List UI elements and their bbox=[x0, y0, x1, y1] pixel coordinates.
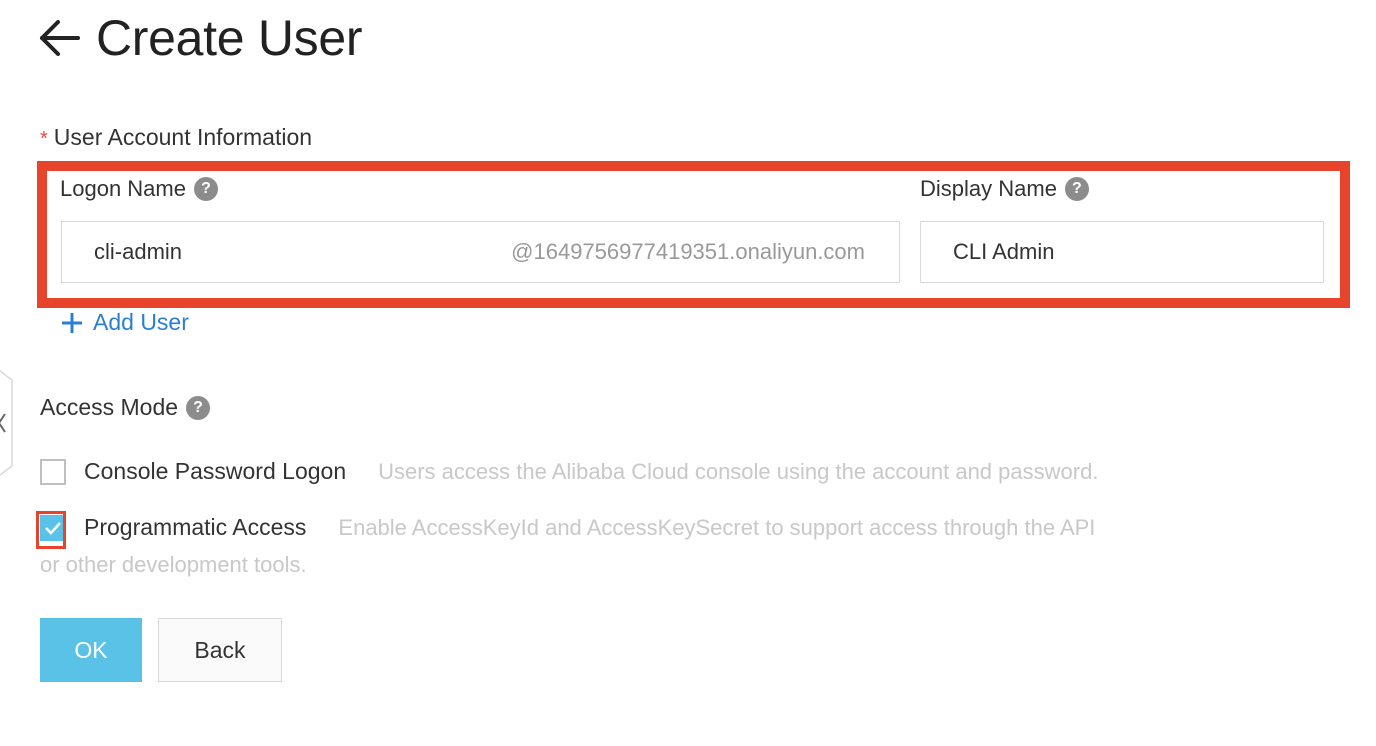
section-label-text: User Account Information bbox=[53, 124, 313, 150]
add-user-label[interactable]: Add User bbox=[93, 309, 189, 336]
logon-name-label-text: Logon Name bbox=[60, 176, 186, 201]
help-icon[interactable]: ? bbox=[193, 177, 218, 201]
check-icon bbox=[45, 521, 61, 535]
console-password-logon-option: Console Password Logon Users access the … bbox=[40, 458, 1098, 485]
add-user-link[interactable]: Add User bbox=[61, 309, 189, 336]
help-icon[interactable]: ? bbox=[1064, 177, 1089, 201]
plus-icon bbox=[62, 312, 82, 333]
programmatic-access-checkbox-wrap bbox=[36, 510, 66, 549]
display-name-label-text: Display Name bbox=[920, 176, 1057, 201]
display-name-label: Display Name ? bbox=[920, 176, 1089, 202]
back-arrow-icon[interactable] bbox=[38, 18, 82, 58]
access-mode-label: Access Mode ? bbox=[40, 394, 211, 421]
back-button[interactable]: Back bbox=[158, 618, 282, 682]
page-title: Create User bbox=[96, 10, 363, 66]
ok-button[interactable]: OK bbox=[40, 618, 142, 682]
help-icon[interactable]: ? bbox=[186, 395, 211, 420]
logon-name-input[interactable]: cli-admin @1649756977419351.onaliyun.com bbox=[61, 221, 900, 283]
logon-name-value[interactable]: cli-admin bbox=[62, 239, 511, 265]
sidebar-collapse-tab[interactable] bbox=[0, 368, 16, 478]
console-password-logon-label[interactable]: Console Password Logon bbox=[84, 458, 346, 485]
programmatic-access-checkbox[interactable] bbox=[40, 514, 66, 541]
programmatic-access-option: Programmatic Access Enable AccessKeyId a… bbox=[36, 510, 1096, 549]
create-user-page: Create User * User Account Information Lo… bbox=[0, 0, 1376, 746]
logon-name-label: Logon Name ? bbox=[60, 176, 218, 202]
user-account-section-label: * User Account Information bbox=[40, 124, 312, 151]
console-password-logon-checkbox[interactable] bbox=[40, 458, 66, 485]
display-name-value[interactable]: CLI Admin bbox=[921, 239, 1323, 265]
programmatic-access-label[interactable]: Programmatic Access bbox=[84, 514, 306, 541]
required-marker: * bbox=[40, 128, 48, 150]
programmatic-access-description-continued: or other development tools. bbox=[40, 552, 307, 577]
programmatic-access-description: Enable AccessKeyId and AccessKeySecret t… bbox=[338, 514, 1096, 540]
access-mode-label-text: Access Mode bbox=[40, 394, 179, 420]
console-password-logon-description: Users access the Alibaba Cloud console u… bbox=[378, 458, 1099, 484]
display-name-input[interactable]: CLI Admin bbox=[920, 221, 1324, 283]
logon-name-domain-suffix: @1649756977419351.onaliyun.com bbox=[511, 239, 865, 264]
page-header: Create User bbox=[38, 8, 363, 68]
